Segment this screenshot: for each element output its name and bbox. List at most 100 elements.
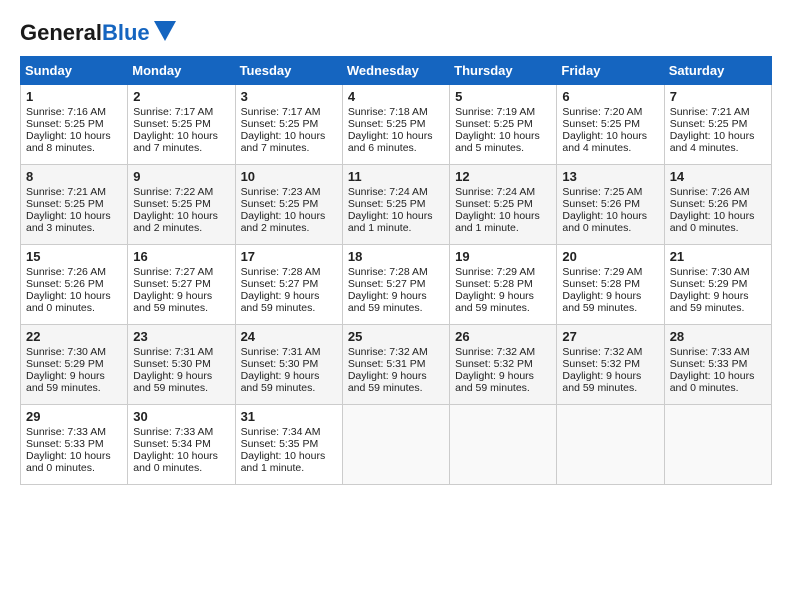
- sunrise: Sunrise: 7:31 AM: [241, 346, 321, 358]
- sunset: Sunset: 5:29 PM: [670, 278, 748, 290]
- daylight: Daylight: 10 hours and 7 minutes.: [241, 130, 326, 154]
- day-number: 18: [348, 249, 444, 264]
- daylight: Daylight: 10 hours and 1 minute.: [455, 210, 540, 234]
- daylight: Daylight: 9 hours and 59 minutes.: [133, 290, 212, 314]
- calendar-cell: [342, 405, 449, 485]
- calendar-cell: [450, 405, 557, 485]
- daylight: Daylight: 9 hours and 59 minutes.: [670, 290, 749, 314]
- day-number: 27: [562, 329, 658, 344]
- daylight: Daylight: 10 hours and 6 minutes.: [348, 130, 433, 154]
- sunset: Sunset: 5:26 PM: [26, 278, 104, 290]
- sunrise: Sunrise: 7:17 AM: [133, 106, 213, 118]
- weekday-header: Thursday: [450, 57, 557, 85]
- day-number: 4: [348, 89, 444, 104]
- sunrise: Sunrise: 7:18 AM: [348, 106, 428, 118]
- calendar-cell: 4 Sunrise: 7:18 AM Sunset: 5:25 PM Dayli…: [342, 85, 449, 165]
- sunrise: Sunrise: 7:31 AM: [133, 346, 213, 358]
- sunset: Sunset: 5:25 PM: [26, 198, 104, 210]
- day-number: 20: [562, 249, 658, 264]
- calendar-table: SundayMondayTuesdayWednesdayThursdayFrid…: [20, 56, 772, 485]
- sunrise: Sunrise: 7:33 AM: [26, 426, 106, 438]
- calendar-cell: 3 Sunrise: 7:17 AM Sunset: 5:25 PM Dayli…: [235, 85, 342, 165]
- logo: GeneralBlue: [20, 20, 176, 46]
- weekday-header: Wednesday: [342, 57, 449, 85]
- weekday-header: Friday: [557, 57, 664, 85]
- sunrise: Sunrise: 7:22 AM: [133, 186, 213, 198]
- day-number: 17: [241, 249, 337, 264]
- calendar-cell: 25 Sunrise: 7:32 AM Sunset: 5:31 PM Dayl…: [342, 325, 449, 405]
- calendar-cell: 30 Sunrise: 7:33 AM Sunset: 5:34 PM Dayl…: [128, 405, 235, 485]
- sunset: Sunset: 5:28 PM: [455, 278, 533, 290]
- sunset: Sunset: 5:34 PM: [133, 438, 211, 450]
- calendar-cell: 20 Sunrise: 7:29 AM Sunset: 5:28 PM Dayl…: [557, 245, 664, 325]
- sunrise: Sunrise: 7:34 AM: [241, 426, 321, 438]
- calendar-cell: 16 Sunrise: 7:27 AM Sunset: 5:27 PM Dayl…: [128, 245, 235, 325]
- sunset: Sunset: 5:32 PM: [455, 358, 533, 370]
- day-number: 13: [562, 169, 658, 184]
- day-number: 8: [26, 169, 122, 184]
- calendar-cell: 12 Sunrise: 7:24 AM Sunset: 5:25 PM Dayl…: [450, 165, 557, 245]
- sunset: Sunset: 5:27 PM: [241, 278, 319, 290]
- day-number: 21: [670, 249, 766, 264]
- daylight: Daylight: 10 hours and 0 minutes.: [133, 450, 218, 474]
- sunrise: Sunrise: 7:17 AM: [241, 106, 321, 118]
- sunrise: Sunrise: 7:28 AM: [348, 266, 428, 278]
- daylight: Daylight: 10 hours and 0 minutes.: [26, 290, 111, 314]
- daylight: Daylight: 10 hours and 0 minutes.: [670, 370, 755, 394]
- sunrise: Sunrise: 7:32 AM: [562, 346, 642, 358]
- calendar-cell: 29 Sunrise: 7:33 AM Sunset: 5:33 PM Dayl…: [21, 405, 128, 485]
- calendar-cell: 6 Sunrise: 7:20 AM Sunset: 5:25 PM Dayli…: [557, 85, 664, 165]
- daylight: Daylight: 9 hours and 59 minutes.: [133, 370, 212, 394]
- sunset: Sunset: 5:30 PM: [133, 358, 211, 370]
- day-number: 22: [26, 329, 122, 344]
- daylight: Daylight: 10 hours and 2 minutes.: [241, 210, 326, 234]
- calendar-cell: 14 Sunrise: 7:26 AM Sunset: 5:26 PM Dayl…: [664, 165, 771, 245]
- day-number: 24: [241, 329, 337, 344]
- daylight: Daylight: 10 hours and 0 minutes.: [670, 210, 755, 234]
- day-number: 30: [133, 409, 229, 424]
- sunrise: Sunrise: 7:19 AM: [455, 106, 535, 118]
- daylight: Daylight: 10 hours and 1 minute.: [241, 450, 326, 474]
- daylight: Daylight: 9 hours and 59 minutes.: [348, 290, 427, 314]
- sunset: Sunset: 5:25 PM: [26, 118, 104, 130]
- daylight: Daylight: 10 hours and 5 minutes.: [455, 130, 540, 154]
- sunrise: Sunrise: 7:28 AM: [241, 266, 321, 278]
- day-number: 2: [133, 89, 229, 104]
- sunset: Sunset: 5:33 PM: [670, 358, 748, 370]
- sunset: Sunset: 5:25 PM: [348, 198, 426, 210]
- logo-blue: Blue: [102, 20, 150, 45]
- weekday-header: Saturday: [664, 57, 771, 85]
- calendar-cell: 11 Sunrise: 7:24 AM Sunset: 5:25 PM Dayl…: [342, 165, 449, 245]
- daylight: Daylight: 9 hours and 59 minutes.: [241, 370, 320, 394]
- day-number: 31: [241, 409, 337, 424]
- day-number: 7: [670, 89, 766, 104]
- daylight: Daylight: 10 hours and 2 minutes.: [133, 210, 218, 234]
- sunrise: Sunrise: 7:21 AM: [26, 186, 106, 198]
- daylight: Daylight: 9 hours and 59 minutes.: [26, 370, 105, 394]
- sunset: Sunset: 5:30 PM: [241, 358, 319, 370]
- day-number: 5: [455, 89, 551, 104]
- sunrise: Sunrise: 7:20 AM: [562, 106, 642, 118]
- calendar-cell: 26 Sunrise: 7:32 AM Sunset: 5:32 PM Dayl…: [450, 325, 557, 405]
- daylight: Daylight: 10 hours and 0 minutes.: [562, 210, 647, 234]
- daylight: Daylight: 9 hours and 59 minutes.: [455, 370, 534, 394]
- sunrise: Sunrise: 7:24 AM: [348, 186, 428, 198]
- calendar-cell: 13 Sunrise: 7:25 AM Sunset: 5:26 PM Dayl…: [557, 165, 664, 245]
- daylight: Daylight: 10 hours and 4 minutes.: [562, 130, 647, 154]
- day-number: 9: [133, 169, 229, 184]
- weekday-header: Monday: [128, 57, 235, 85]
- sunrise: Sunrise: 7:32 AM: [348, 346, 428, 358]
- calendar-cell: 7 Sunrise: 7:21 AM Sunset: 5:25 PM Dayli…: [664, 85, 771, 165]
- calendar-cell: 5 Sunrise: 7:19 AM Sunset: 5:25 PM Dayli…: [450, 85, 557, 165]
- day-number: 29: [26, 409, 122, 424]
- daylight: Daylight: 10 hours and 4 minutes.: [670, 130, 755, 154]
- calendar-cell: 15 Sunrise: 7:26 AM Sunset: 5:26 PM Dayl…: [21, 245, 128, 325]
- daylight: Daylight: 10 hours and 0 minutes.: [26, 450, 111, 474]
- sunset: Sunset: 5:35 PM: [241, 438, 319, 450]
- sunset: Sunset: 5:27 PM: [133, 278, 211, 290]
- daylight: Daylight: 10 hours and 1 minute.: [348, 210, 433, 234]
- sunset: Sunset: 5:25 PM: [241, 118, 319, 130]
- sunrise: Sunrise: 7:30 AM: [670, 266, 750, 278]
- day-number: 23: [133, 329, 229, 344]
- day-number: 19: [455, 249, 551, 264]
